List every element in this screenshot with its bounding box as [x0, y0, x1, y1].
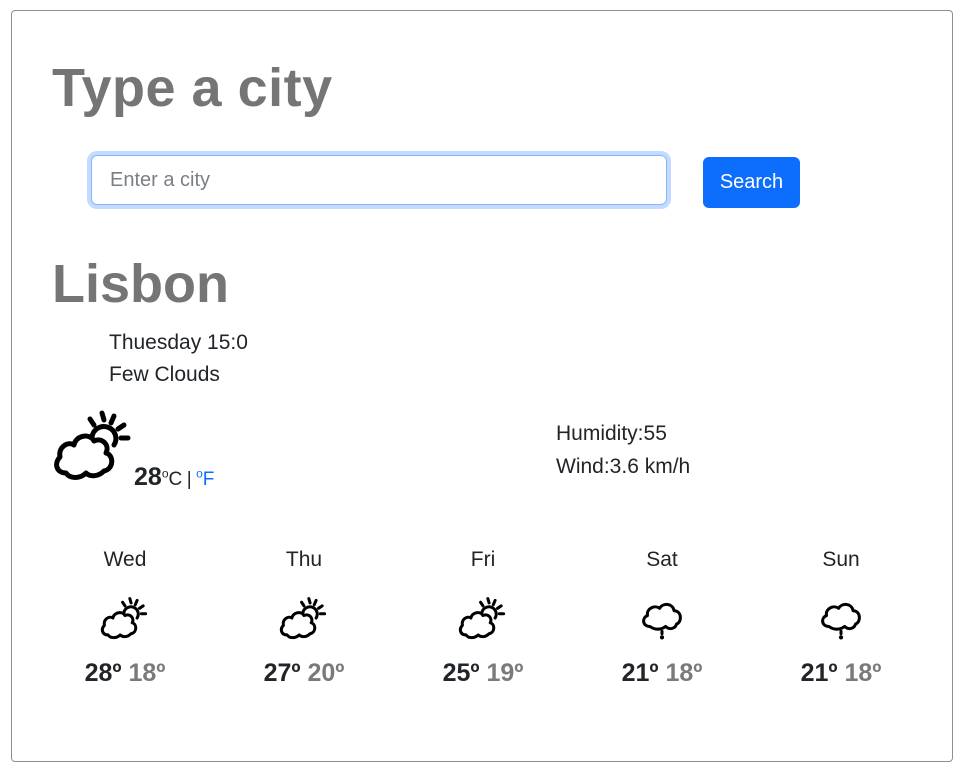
- few-clouds-icon: [458, 597, 506, 640]
- forecast-max: 28º: [84, 659, 122, 687]
- few-clouds-icon: [100, 597, 148, 640]
- unit-fahrenheit-link[interactable]: oF: [196, 467, 214, 490]
- forecast-min: 18º: [844, 659, 882, 687]
- current-temperature: 28: [134, 463, 162, 491]
- forecast-day: Sat 21º 18º: [573, 545, 751, 688]
- forecast-min: 18º: [128, 659, 166, 687]
- unit-separator: |: [186, 469, 192, 490]
- weather-description: Few Clouds: [109, 363, 220, 386]
- forecast-max: 27º: [263, 659, 301, 687]
- few-clouds-icon: [54, 410, 131, 480]
- forecast-temps: 21º 18º: [573, 659, 751, 688]
- forecast-day: Fri 25º 19º: [394, 545, 572, 688]
- forecast-day: Sun 21º 18º: [752, 545, 930, 688]
- search-button[interactable]: Search: [703, 157, 800, 208]
- forecast-temps: 25º 19º: [394, 659, 572, 688]
- forecast-max: 21º: [621, 659, 659, 687]
- humidity-value: Humidity:55: [556, 422, 667, 445]
- forecast-day: Wed 28º 18º: [36, 545, 214, 688]
- forecast-row: Wed 28º 18º Thu 27º 20º Fri 25º 19º Sat …: [36, 545, 928, 705]
- search-input[interactable]: [91, 155, 667, 205]
- forecast-min: 18º: [665, 659, 703, 687]
- forecast-max: 25º: [442, 659, 480, 687]
- forecast-day-name: Wed: [103, 548, 147, 571]
- city-name: Lisbon: [52, 254, 229, 314]
- forecast-day: Thu 27º 20º: [215, 545, 393, 688]
- few-clouds-icon: [279, 597, 327, 640]
- unit-celsius[interactable]: oC: [162, 467, 182, 490]
- page-title: Type a city: [52, 58, 333, 118]
- forecast-min: 19º: [486, 659, 524, 687]
- weather-card: Type a city Search Lisbon Thuesday 15:0 …: [11, 10, 953, 762]
- forecast-temps: 21º 18º: [752, 659, 930, 688]
- rain-cloud-icon: [642, 602, 682, 640]
- forecast-temps: 28º 18º: [36, 659, 214, 688]
- forecast-max: 21º: [800, 659, 838, 687]
- forecast-day-name: Sat: [646, 548, 678, 571]
- forecast-day-name: Sun: [822, 548, 860, 571]
- wind-value: Wind:3.6 km/h: [556, 455, 691, 478]
- forecast-temps: 27º 20º: [215, 659, 393, 688]
- forecast-min: 20º: [307, 659, 345, 687]
- date-time: Thuesday 15:0: [109, 331, 248, 354]
- current-temperature-group: 28oC | oF: [134, 463, 214, 492]
- forecast-day-name: Thu: [285, 548, 323, 571]
- rain-cloud-icon: [821, 602, 861, 640]
- forecast-day-name: Fri: [470, 548, 496, 571]
